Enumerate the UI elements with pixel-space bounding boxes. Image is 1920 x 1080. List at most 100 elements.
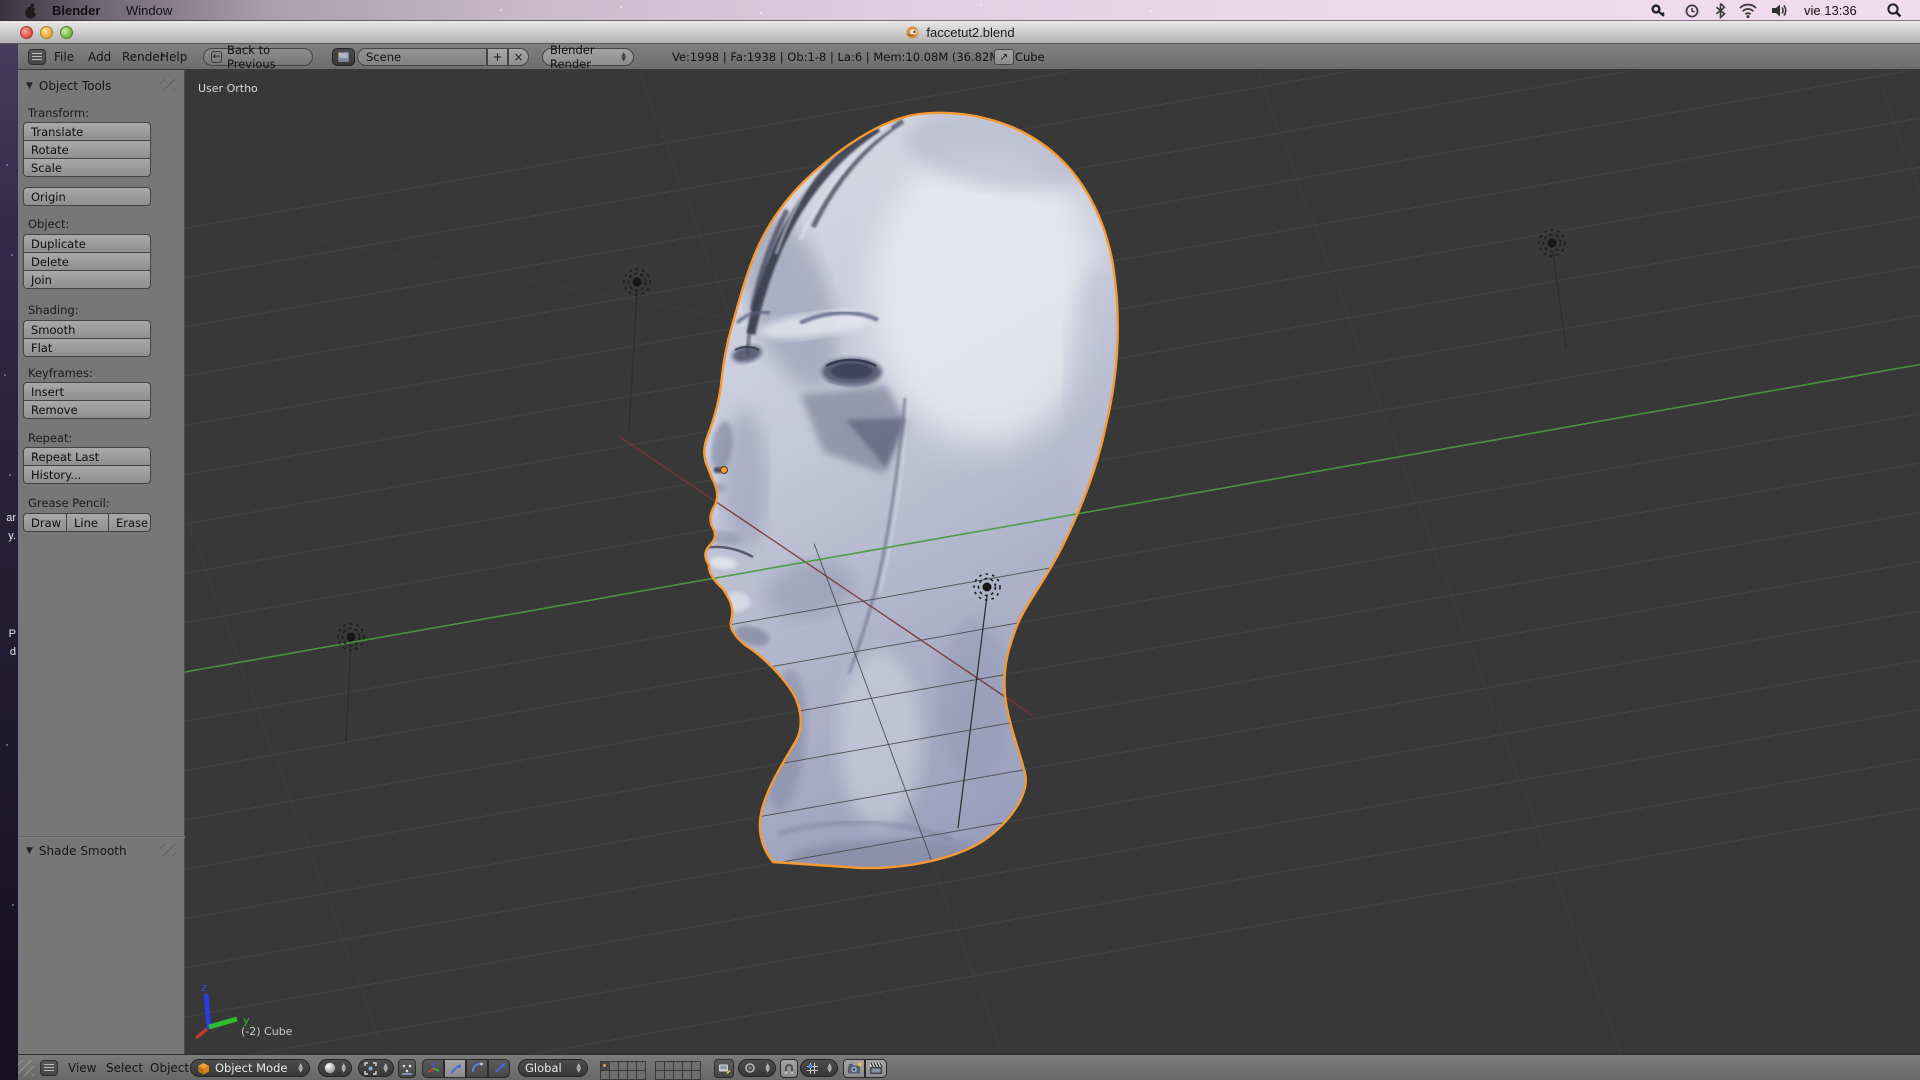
shading-solid-icon	[324, 1062, 336, 1074]
translate-manipulator-button[interactable]	[444, 1059, 466, 1078]
snap-toggle-button[interactable]	[780, 1059, 798, 1078]
view3d-header: View Select Object Object Mode ▲▼ ▲▼	[18, 1054, 1920, 1080]
desktop-text-fragment: y.	[8, 530, 16, 542]
desktop-text-fragment: ar	[6, 512, 16, 524]
active-object-label: (-2) Cube	[241, 1025, 292, 1038]
menu-object[interactable]: Object	[150, 1055, 189, 1080]
repeat-label: Repeat:	[28, 431, 72, 445]
menu-file[interactable]: File	[54, 44, 74, 70]
fullscreen-icon: ↗	[1000, 52, 1008, 63]
grease-draw-button[interactable]: Draw	[23, 513, 67, 532]
viewport-scene: z y	[185, 70, 1920, 1054]
scene-unlink-button[interactable]: ×	[508, 48, 529, 66]
back-arrow-icon: ←	[211, 51, 222, 63]
menu-add[interactable]: Add	[88, 44, 111, 70]
scale-manipulator-button[interactable]	[488, 1059, 510, 1078]
scene-add-button[interactable]: +	[487, 48, 508, 66]
opengl-render-button[interactable]	[843, 1059, 865, 1078]
viewport-shading-dropdown[interactable]: ▲▼	[318, 1059, 352, 1077]
lamp-object[interactable]	[624, 269, 650, 295]
render-engine-dropdown[interactable]: Blender Render ▲▼	[542, 48, 634, 66]
translate-manipulator-icon	[449, 1062, 462, 1075]
centers-icon	[401, 1063, 413, 1075]
duplicate-button[interactable]: Duplicate	[23, 234, 151, 253]
pivot-point-dropdown[interactable]: ▲▼	[358, 1059, 394, 1077]
join-button[interactable]: Join	[23, 270, 151, 289]
view-name-label: User Ortho	[198, 82, 258, 95]
origin-button[interactable]: Origin	[23, 187, 151, 206]
snap-element-dropdown[interactable]: ▲▼	[800, 1059, 838, 1077]
layer-buttons-group-1[interactable]	[600, 1061, 645, 1079]
keyframes-label: Keyframes:	[28, 366, 93, 380]
screen-layout-button[interactable]	[332, 48, 355, 66]
object-origin	[721, 467, 728, 474]
manipulate-centers-button[interactable]	[398, 1059, 416, 1078]
shade-smooth-panel-header[interactable]: ▼ Shade Smooth	[26, 843, 127, 859]
lamp-line	[1553, 252, 1566, 348]
window-title: faccetut2.blend	[0, 21, 1920, 44]
delete-button[interactable]: Delete	[23, 252, 151, 271]
area-resize-grip[interactable]	[18, 1060, 34, 1076]
proportional-edit-dropdown[interactable]: ▲▼	[738, 1059, 776, 1077]
lamp-line	[629, 291, 637, 430]
layer-buttons-group-2[interactable]	[655, 1061, 700, 1079]
keychain-icon[interactable]	[1650, 2, 1667, 19]
scene-name-field[interactable]: Scene	[357, 48, 487, 66]
panel-collapse-icon[interactable]: ▼	[26, 846, 33, 856]
bluetooth-icon[interactable]	[1714, 2, 1727, 19]
flat-button[interactable]: Flat	[23, 338, 151, 357]
grease-erase-button[interactable]: Erase	[108, 513, 151, 532]
grease-line-button[interactable]: Line	[66, 513, 109, 532]
fullscreen-toggle-button[interactable]: ↗	[994, 49, 1014, 65]
rotate-button[interactable]: Rotate	[23, 140, 151, 159]
grease-pencil-label: Grease Pencil:	[28, 496, 110, 510]
head-model[interactable]	[704, 99, 1127, 876]
object-tools-panel-header[interactable]: ▼ Object Tools	[26, 78, 111, 94]
lamp-object[interactable]	[338, 624, 364, 650]
scale-button[interactable]: Scale	[23, 158, 151, 177]
scene-statistics: Ve:1998 | Fa:1938 | Ob:1-8 | La:6 | Mem:…	[672, 44, 1045, 70]
remove-keyframe-button[interactable]: Remove	[23, 400, 151, 419]
menu-help[interactable]: Help	[160, 44, 187, 70]
render-camera-icon	[847, 1062, 862, 1075]
insert-keyframe-button[interactable]: Insert	[23, 382, 151, 401]
menu-select[interactable]: Select	[106, 1055, 143, 1080]
panel-drag-handle[interactable]	[160, 844, 176, 856]
time-machine-icon[interactable]	[1684, 2, 1700, 19]
back-to-previous-button[interactable]: ← Back to Previous	[203, 48, 313, 66]
panel-collapse-icon[interactable]: ▼	[26, 81, 33, 91]
panel-drag-handle[interactable]	[160, 79, 176, 91]
editor-type-button[interactable]	[28, 49, 46, 65]
volume-icon[interactable]	[1770, 2, 1788, 19]
viewport-3d[interactable]: z y User Ortho (-2) Cube	[185, 70, 1920, 1054]
manipulator-toggle-button[interactable]	[422, 1059, 444, 1078]
smooth-button[interactable]: Smooth	[23, 320, 151, 339]
history-button[interactable]: History...	[23, 465, 151, 484]
wifi-icon[interactable]	[1738, 2, 1758, 19]
tool-shelf: ▼ Object Tools Transform: Translate Rota…	[18, 70, 185, 1054]
opengl-render-anim-button[interactable]	[865, 1059, 887, 1078]
repeat-last-button[interactable]: Repeat Last	[23, 447, 151, 466]
manipulator-axes-icon	[427, 1062, 440, 1075]
menubar-app-menu[interactable]: Blender	[52, 0, 100, 21]
menu-view[interactable]: View	[68, 1055, 96, 1080]
blend-file-icon	[905, 25, 920, 40]
blender-window: File Add Render Help ← Back to Previous …	[18, 44, 1920, 1080]
window-titlebar: faccetut2.blend	[0, 21, 1920, 44]
menubar-window-menu[interactable]: Window	[126, 0, 172, 21]
editor-type-button[interactable]	[40, 1060, 58, 1076]
menu-render[interactable]: Render	[122, 44, 165, 70]
rotate-manipulator-icon	[471, 1062, 484, 1075]
translate-button[interactable]: Translate	[23, 122, 151, 141]
proportional-edit-icon	[744, 1062, 756, 1074]
mode-dropdown[interactable]: Object Mode ▲▼	[190, 1059, 310, 1077]
apple-menu-icon[interactable]	[24, 3, 38, 19]
rotate-manipulator-button[interactable]	[466, 1059, 488, 1078]
menubar-clock[interactable]: vie 13:36	[1804, 0, 1857, 21]
spotlight-icon[interactable]	[1886, 2, 1903, 19]
orientation-dropdown[interactable]: Global ▲▼	[518, 1059, 588, 1077]
pivot-icon	[364, 1062, 377, 1075]
desktop-text-fragment: P	[9, 628, 16, 640]
object-mode-icon	[197, 1062, 210, 1075]
lock-to-scene-button[interactable]	[714, 1059, 734, 1078]
